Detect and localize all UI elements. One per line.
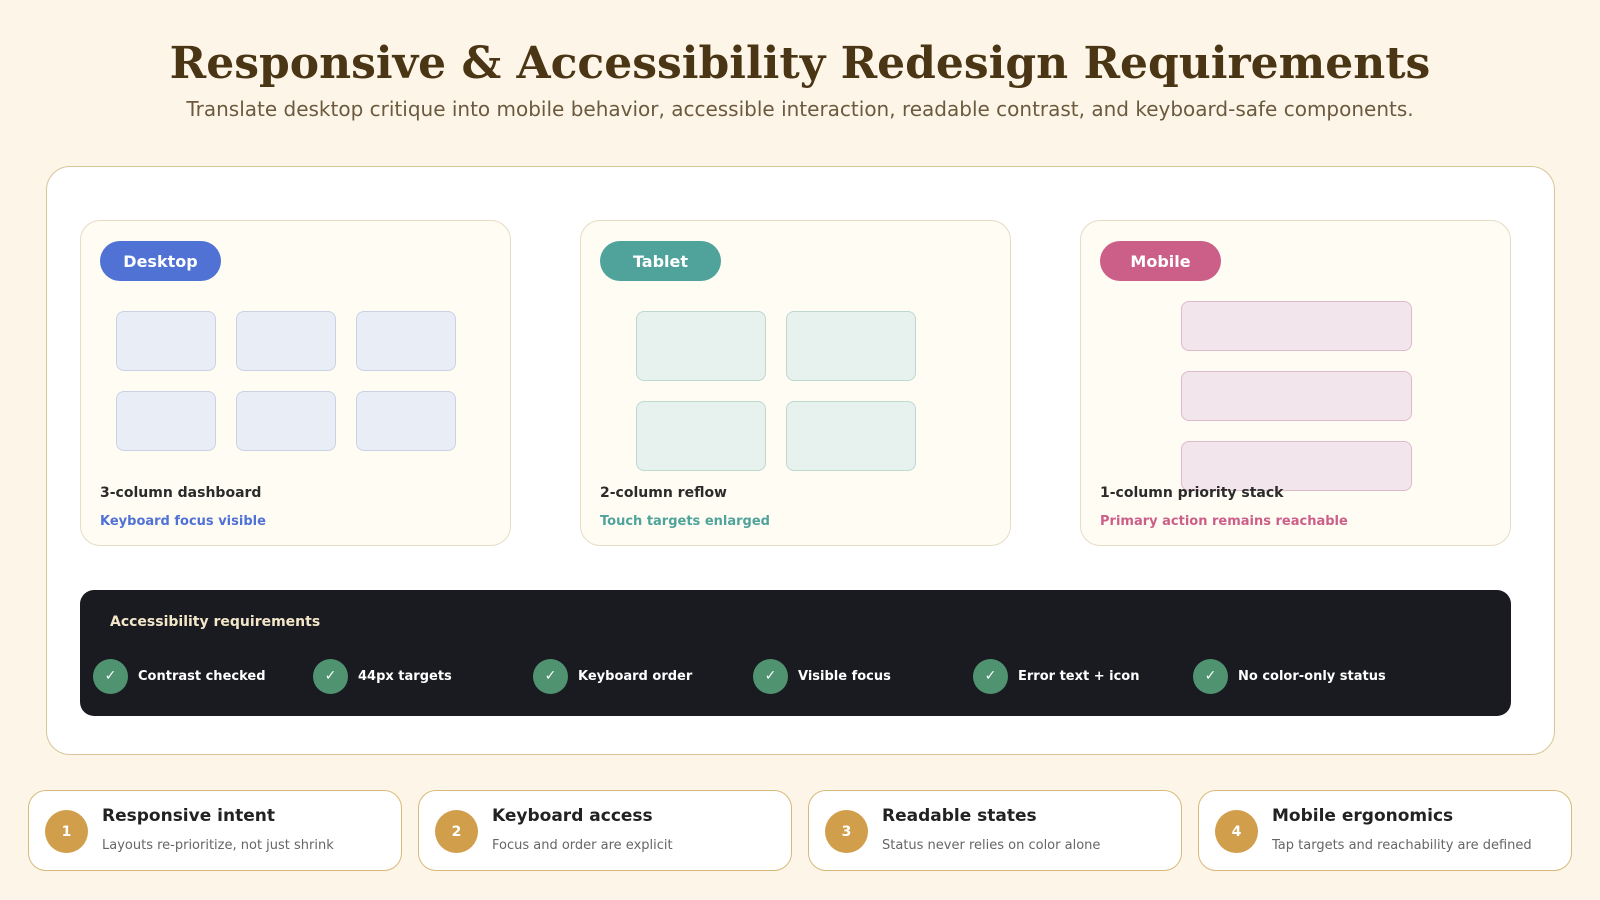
desktop-tile [116,311,216,371]
requirement-label: 44px targets [358,668,452,684]
principle-title: Readable states [882,806,1037,826]
accessibility-bar: Accessibility requirements ✓ Contrast ch… [80,590,1511,716]
principle-description: Status never relies on color alone [882,838,1101,853]
requirement-label: Visible focus [798,668,891,684]
check-icon: ✓ [93,658,128,694]
requirement-item: ✓ Visible focus [753,658,891,694]
desktop-layout-card: Desktop 3-column dashboard Keyboard focu… [80,220,511,546]
requirement-label: Contrast checked [138,668,266,684]
mobile-tile [1181,441,1412,491]
requirement-label: Error text + icon [1018,668,1140,684]
desktop-tile [356,391,456,451]
step-number-badge: 3 [825,810,868,853]
principle-card: 4 Mobile ergonomics Tap targets and reac… [1198,790,1572,871]
mobile-caption: 1-column priority stack [1100,485,1284,501]
tablet-caption: 2-column reflow [600,485,727,501]
tablet-pill: Tablet [600,241,721,281]
check-icon: ✓ [313,658,348,694]
principle-title: Mobile ergonomics [1272,806,1454,826]
check-icon: ✓ [753,658,788,694]
mobile-tile [1181,371,1412,421]
page-title: Responsive & Accessibility Redesign Requ… [169,38,1431,89]
tablet-tile [636,401,766,471]
desktop-note: Keyboard focus visible [100,514,266,529]
accessibility-title: Accessibility requirements [110,614,321,630]
desktop-tile [236,391,336,451]
principle-description: Layouts re-prioritize, not just shrink [102,838,334,853]
requirement-item: ✓ Keyboard order [533,658,692,694]
check-icon: ✓ [1193,658,1228,694]
mobile-layout-card: Mobile 1-column priority stack Primary a… [1080,220,1511,546]
principle-card: 3 Readable states Status never relies on… [808,790,1182,871]
desktop-pill: Desktop [100,241,221,281]
mobile-note: Primary action remains reachable [1100,514,1348,529]
principle-title: Responsive intent [102,806,275,826]
step-number-badge: 1 [45,810,88,853]
principle-card: 1 Responsive intent Layouts re-prioritiz… [28,790,402,871]
tablet-tile [786,311,916,381]
page-subtitle: Translate desktop critique into mobile b… [186,97,1414,121]
requirement-item: ✓ 44px targets [313,658,452,694]
desktop-tile [356,311,456,371]
desktop-tile [236,311,336,371]
principle-description: Tap targets and reachability are defined [1272,838,1532,853]
principle-card: 2 Keyboard access Focus and order are ex… [418,790,792,871]
mobile-pill: Mobile [1100,241,1221,281]
tablet-layout-card: Tablet 2-column reflow Touch targets enl… [580,220,1011,546]
requirement-item: ✓ Error text + icon [973,658,1140,694]
desktop-tile [116,391,216,451]
principle-description: Focus and order are explicit [492,838,673,853]
tablet-note: Touch targets enlarged [600,514,770,529]
check-icon: ✓ [973,658,1008,694]
step-number-badge: 4 [1215,810,1258,853]
principle-title: Keyboard access [492,806,653,826]
requirement-label: Keyboard order [578,668,693,684]
step-number-badge: 2 [435,810,478,853]
tablet-tile [636,311,766,381]
requirement-item: ✓ Contrast checked [93,658,266,694]
tablet-tile [786,401,916,471]
mobile-tile [1181,301,1412,351]
check-icon: ✓ [533,658,568,694]
requirement-item: ✓ No color-only status [1193,658,1386,694]
requirement-label: No color-only status [1238,668,1386,684]
desktop-caption: 3-column dashboard [100,485,262,501]
